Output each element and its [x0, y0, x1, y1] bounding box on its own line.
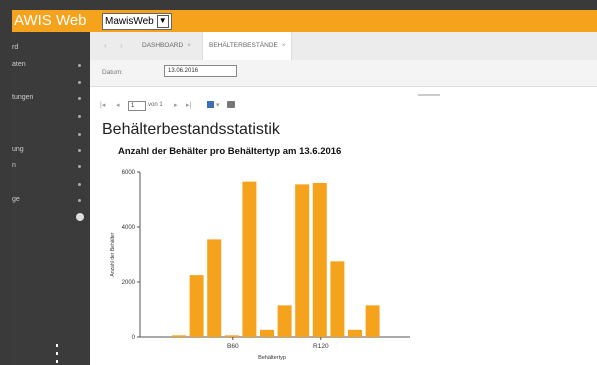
sidebar-item-dot-icon — [78, 81, 81, 84]
x-tick-label: B60 — [227, 343, 239, 350]
x-axis-label: Behältertyp — [258, 355, 286, 361]
report-parameters: Datum: 13.06.2016 — [90, 60, 597, 87]
y-tick-label: 6000 — [122, 170, 136, 176]
datum-label: Datum: — [102, 69, 123, 76]
tab-scroll-right-icon[interactable]: › — [120, 41, 123, 50]
datum-input[interactable]: 13.06.2016 — [164, 65, 237, 77]
first-page-icon[interactable]: |◂ — [100, 101, 105, 109]
tab-dashboard[interactable]: DASHBOARD × — [142, 32, 191, 60]
tab-scroll-left-icon[interactable]: ‹ — [104, 41, 107, 50]
y-tick-label: 2000 — [122, 280, 136, 286]
tab-behaelterbestaende-label: BEHÄLTERBESTÄNDE — [209, 42, 278, 49]
tab-dashboard-label: DASHBOARD — [142, 42, 184, 49]
page-number-input[interactable]: 1 — [128, 101, 146, 111]
sidebar-item-dot-icon — [78, 64, 81, 67]
splitter-handle[interactable] — [418, 94, 440, 96]
text-cursor-icon — [56, 352, 58, 355]
sidebar-item-dot-icon — [78, 183, 81, 186]
sidebar-item[interactable]: rd — [12, 42, 18, 54]
sidebar-item-dot-icon — [78, 115, 81, 118]
bar-8 — [312, 183, 327, 337]
text-cursor-icon — [56, 344, 58, 347]
sidebar: rd aten tungen ung n ge — [12, 32, 90, 365]
sidebar-item-dot-icon — [78, 133, 81, 136]
last-page-icon[interactable]: ▸| — [186, 101, 191, 109]
sidebar-item[interactable]: n — [12, 160, 16, 172]
top-bar: AWIS Web MawisWeb ▼ — [12, 10, 597, 32]
app-selector[interactable]: MawisWeb ▼ — [102, 13, 172, 30]
bar-chart: 0 2000 4000 6000 B60 R120 Behältertyp Anzahl de… — [110, 170, 410, 361]
y-tick-label: 0 — [132, 335, 136, 341]
sidebar-item[interactable]: aten — [12, 59, 26, 71]
application-window: AWIS Web MawisWeb ▼ rd aten tungen ung n ge ‹… — [0, 0, 597, 365]
tab-bar: ‹ › DASHBOARD × BEHÄLTERBESTÄNDE × — [90, 32, 597, 61]
bar-6 — [277, 305, 292, 337]
app-brand: AWIS Web — [14, 12, 87, 29]
y-axis-label: Anzahl der Behälter — [110, 232, 116, 276]
next-page-icon[interactable]: ▸ — [174, 101, 178, 109]
report-title: Behälterbestandsstatistik — [102, 121, 280, 138]
sidebar-item-dot-icon — [78, 97, 81, 100]
sidebar-item-dot-icon — [78, 149, 81, 152]
sidebar-item[interactable]: tungen — [12, 92, 33, 104]
bar-3 — [224, 335, 239, 337]
bar-4 — [242, 181, 257, 337]
close-icon[interactable]: × — [187, 43, 191, 49]
sidebar-item[interactable]: ge — [12, 194, 20, 206]
bar-10 — [348, 329, 362, 337]
sidebar-item-dot-icon — [78, 165, 81, 168]
previous-page-icon[interactable]: ◂ — [116, 101, 120, 109]
tab-behaelterbestaende[interactable]: BEHÄLTERBESTÄNDE × — [202, 32, 293, 60]
bar-1 — [189, 275, 204, 337]
main-content: ‹ › DASHBOARD × BEHÄLTERBESTÄNDE × Datum: … — [90, 32, 597, 365]
bar-2 — [207, 239, 222, 337]
text-cursor-icon — [56, 360, 58, 363]
close-icon[interactable]: × — [282, 43, 286, 49]
collapse-toggle-icon[interactable] — [76, 213, 84, 221]
save-icon[interactable] — [207, 101, 214, 108]
chart-title: Anzahl der Behälter pro Behältertyp am 1… — [118, 146, 342, 157]
bar-5 — [260, 329, 274, 337]
bar-7 — [295, 184, 310, 337]
chevron-down-icon[interactable]: ▼ — [156, 15, 169, 28]
bar-0 — [172, 335, 186, 337]
print-icon[interactable] — [227, 101, 235, 108]
app-selector-value: MawisWeb — [105, 16, 154, 27]
sidebar-item-dot-icon — [78, 199, 81, 202]
sidebar-item[interactable]: ung — [12, 144, 24, 156]
report-toolbar: |◂ ◂ 1 von 1 ▸ ▸| ▾ — [90, 100, 597, 114]
y-tick-label: 4000 — [122, 225, 136, 231]
x-tick-label: R120 — [313, 343, 329, 350]
chevron-down-icon[interactable]: ▾ — [216, 101, 220, 109]
bar-11 — [365, 305, 380, 337]
bar-9 — [330, 261, 345, 337]
page-count-text: von 1 — [148, 102, 163, 108]
